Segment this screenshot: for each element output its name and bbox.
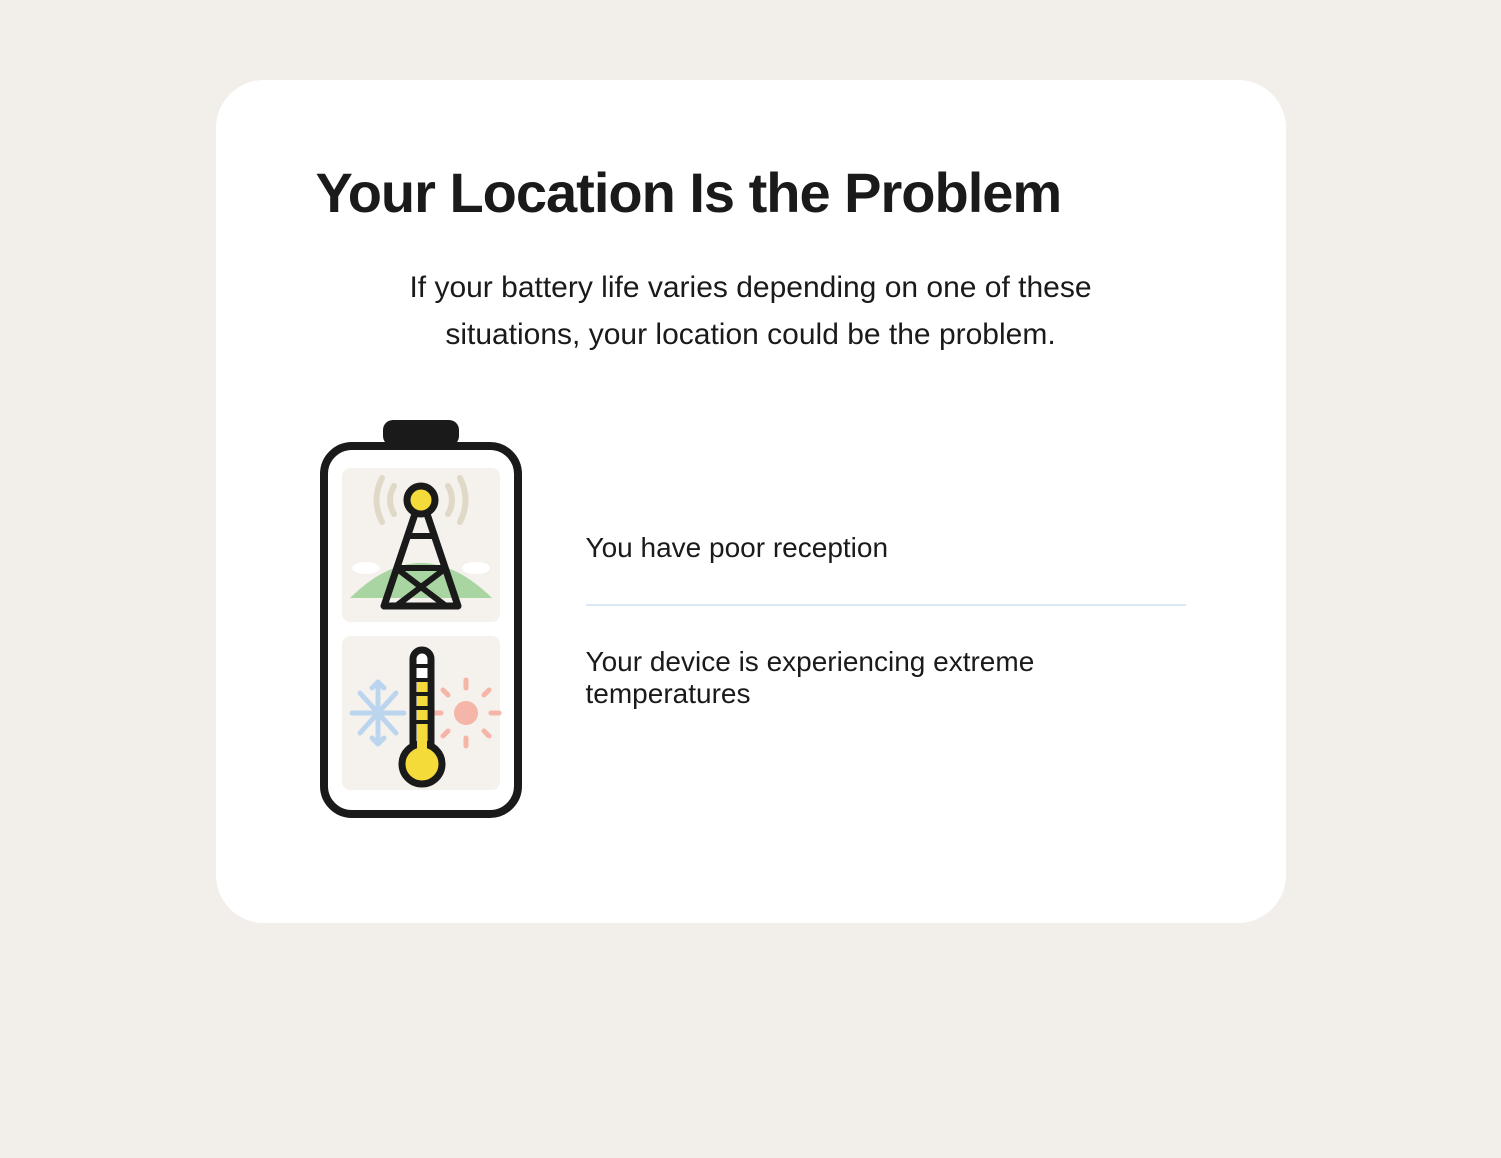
card-title: Your Location Is the Problem [316,160,1186,225]
battery-illustration [316,418,526,823]
reasons-list: You have poor reception Your device is e… [586,492,1186,750]
info-card: Your Location Is the Problem If your bat… [216,80,1286,923]
reason-item: Your device is experiencing extreme temp… [586,606,1186,750]
reason-item: You have poor reception [586,492,1186,604]
card-subtitle: If your battery life varies depending on… [351,265,1151,358]
battery-icon [316,418,526,818]
content-row: You have poor reception Your device is e… [316,418,1186,823]
